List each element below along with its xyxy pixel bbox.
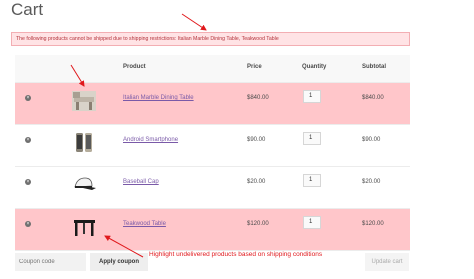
- quantity-input[interactable]: 1: [303, 90, 321, 103]
- product-subtotal: $20.00: [362, 179, 381, 185]
- table-row: × Italian Marble Dining Table $840.00 1 …: [15, 83, 410, 125]
- remove-item-button[interactable]: ×: [25, 137, 31, 143]
- header-price: Price: [247, 64, 262, 70]
- header-quantity: Quantity: [302, 64, 327, 70]
- product-link[interactable]: Android Smartphone: [123, 137, 178, 143]
- marble-table-image: [72, 91, 96, 111]
- page-title: Cart: [11, 0, 44, 19]
- product-price: $120.00: [247, 221, 269, 227]
- product-link[interactable]: Italian Marble Dining Table: [123, 95, 194, 101]
- remove-item-button[interactable]: ×: [25, 221, 31, 227]
- product-link[interactable]: Baseball Cap: [123, 179, 159, 185]
- cart-table: Product Price Quantity Subtotal × Italia…: [15, 55, 410, 251]
- coupon-code-input[interactable]: [15, 253, 86, 271]
- table-row: × Baseball Cap $20.00 1 $20.00: [15, 167, 410, 209]
- quantity-input[interactable]: 1: [303, 216, 321, 229]
- product-subtotal: $840.00: [362, 95, 384, 101]
- remove-item-button[interactable]: ×: [25, 95, 31, 101]
- header-product: Product: [123, 64, 146, 70]
- annotation-text: Highlight undelivered products based on …: [149, 251, 323, 258]
- product-link[interactable]: Teakwood Table: [123, 221, 166, 227]
- cap-image: [74, 177, 96, 190]
- product-subtotal: $120.00: [362, 221, 384, 227]
- arrow-to-notice: [181, 13, 207, 31]
- table-row: × Teakwood Table $120.00 1 $120.00: [15, 209, 410, 251]
- cart-table-header: Product Price Quantity Subtotal: [15, 55, 410, 83]
- table-row: × Android Smartphone $90.00 1 $90.00: [15, 125, 410, 167]
- smartphone-image: [76, 133, 92, 152]
- update-cart-button[interactable]: Update cart: [365, 253, 409, 271]
- header-subtotal: Subtotal: [362, 64, 386, 70]
- product-subtotal: $90.00: [362, 137, 381, 143]
- quantity-input[interactable]: 1: [303, 132, 321, 145]
- shipping-restriction-notice: The following products cannot be shipped…: [11, 32, 410, 46]
- apply-coupon-button[interactable]: Apply coupon: [90, 253, 148, 271]
- teakwood-table-image: [74, 220, 95, 236]
- quantity-input[interactable]: 1: [303, 174, 321, 187]
- product-price: $90.00: [247, 137, 266, 143]
- remove-item-button[interactable]: ×: [25, 179, 31, 185]
- product-price: $840.00: [247, 95, 269, 101]
- product-price: $20.00: [247, 179, 266, 185]
